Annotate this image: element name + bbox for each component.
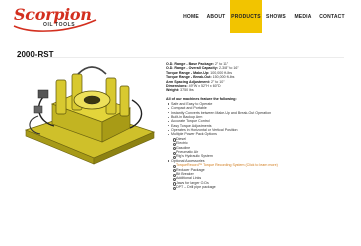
brand-logo[interactable]: Scorpion OIL TOOLS [13, 4, 97, 32]
spec-weight: Weight: 3750 lbs [166, 88, 194, 93]
product-image [24, 66, 156, 165]
brand-subtitle: OIL TOOLS [43, 22, 76, 28]
site-header: Scorpion OIL TOOLS HOME ABOUT PRODUCTS S… [0, 0, 361, 38]
nav-products[interactable]: PRODUCTS [230, 0, 262, 33]
features-list: Safe and Easy to Operate Compact and Por… [166, 102, 356, 191]
nav-about[interactable]: ABOUT [202, 0, 230, 33]
nav-contact[interactable]: CONTACT [316, 0, 348, 33]
nav-home[interactable]: HOME [180, 0, 202, 33]
nav-media[interactable]: MEDIA [290, 0, 316, 33]
page-title: 2000-RST [17, 50, 54, 60]
list-item: DPT – Drill pipe package [166, 185, 356, 191]
title-divider [17, 57, 344, 58]
product-specs: O.D. Range - Base Package: 2" to 11" O.D… [166, 62, 356, 191]
nav-shows[interactable]: SHOWS [262, 0, 290, 33]
main-nav: HOME ABOUT PRODUCTS SHOWS MEDIA CONTACT [180, 0, 348, 33]
